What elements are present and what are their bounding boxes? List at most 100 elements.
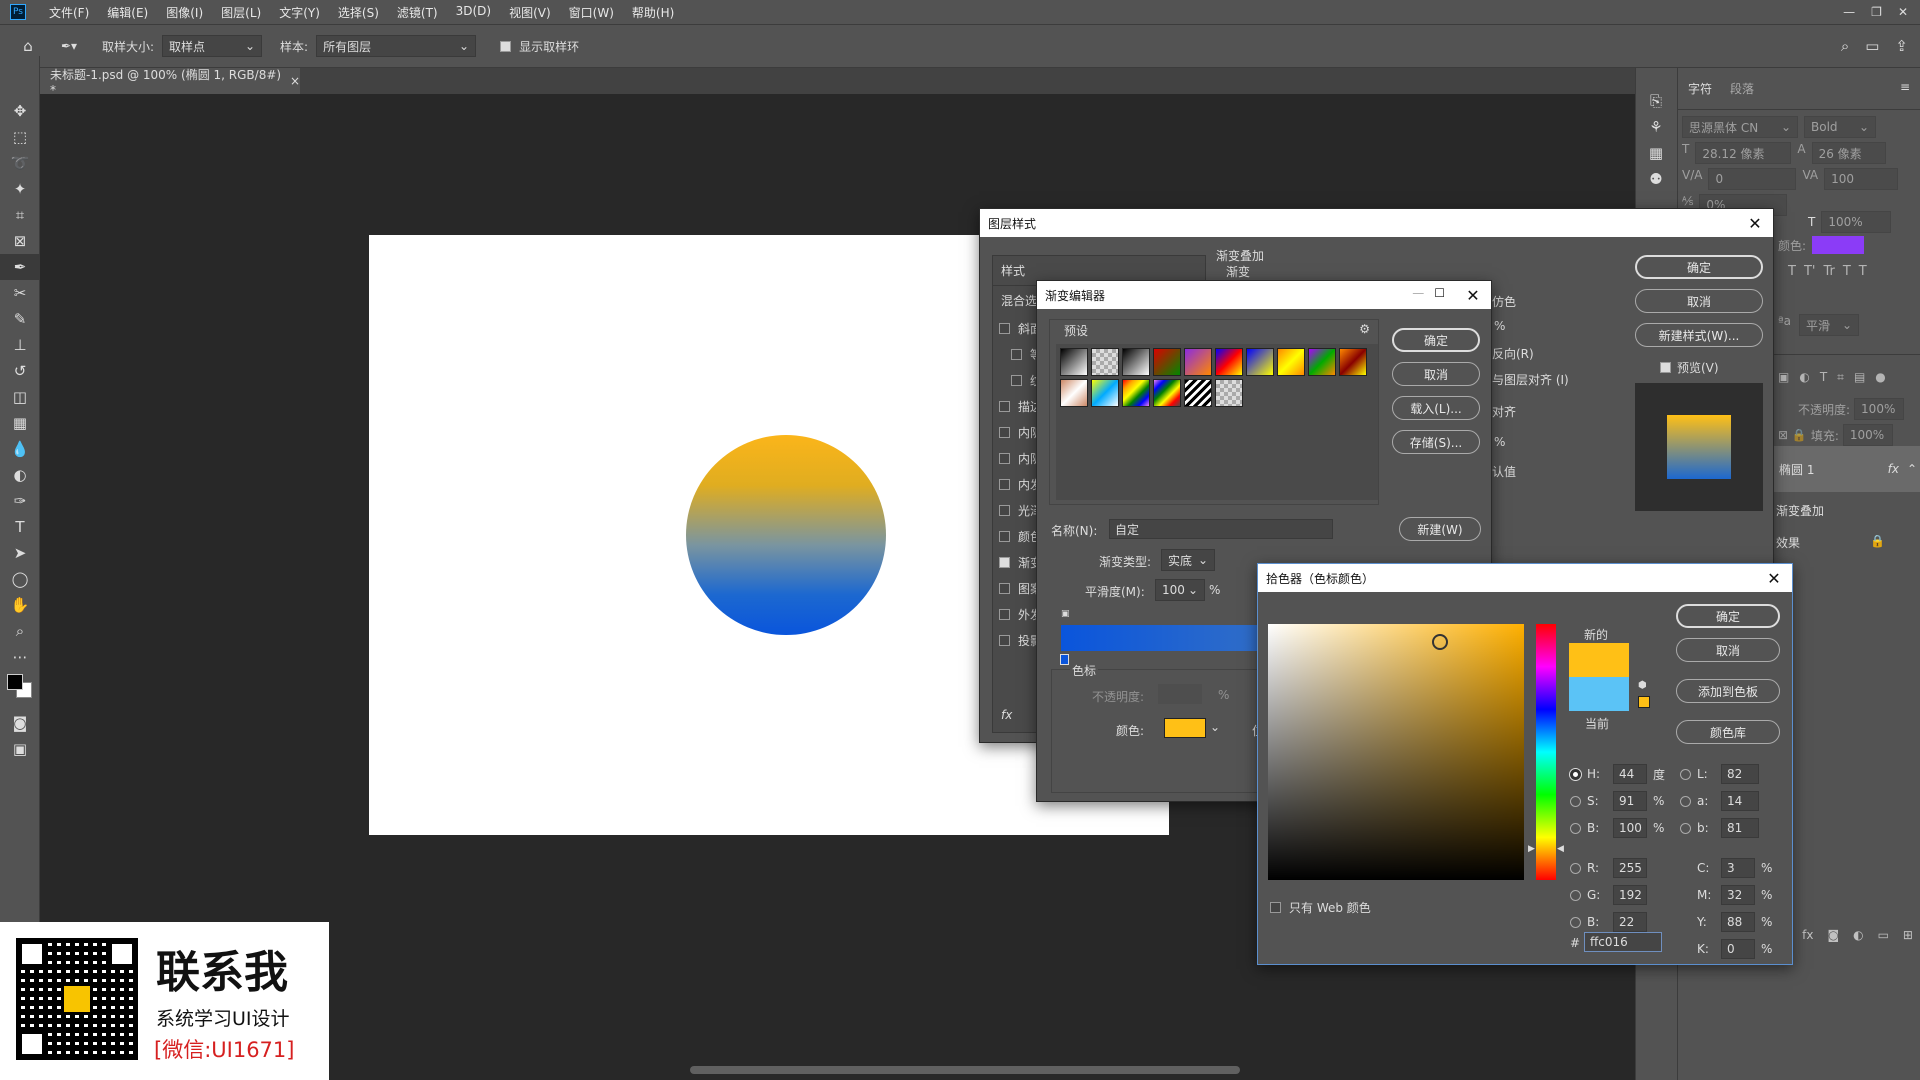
eraser-tool-icon[interactable]: ◫ xyxy=(0,384,40,410)
screen-mode-icon[interactable]: ▣ xyxy=(0,736,40,762)
current-color-swatch[interactable] xyxy=(1569,677,1629,711)
stamp-tool-icon[interactable]: ⊥ xyxy=(0,332,40,358)
gradient-preset-swatch[interactable] xyxy=(1091,348,1119,376)
gradient-preset-swatch[interactable] xyxy=(1215,379,1243,407)
lasso-tool-icon[interactable]: ➰ xyxy=(0,150,40,176)
menu-item[interactable]: 滤镜(T) xyxy=(388,4,447,21)
reset-default-button[interactable]: 认值 xyxy=(1492,463,1516,480)
style-item-checkbox[interactable] xyxy=(999,452,1010,464)
layer-effects-row[interactable]: 效果 🔒 xyxy=(1776,534,1885,551)
g-field[interactable]: 192 xyxy=(1613,885,1647,905)
history-brush-icon[interactable]: ↺ xyxy=(0,358,40,384)
h-field[interactable]: 44 xyxy=(1613,764,1647,784)
cancel-button[interactable]: 取消 xyxy=(1676,638,1780,662)
menu-item[interactable]: 视图(V) xyxy=(500,4,560,21)
add-mask-icon[interactable]: ◙ xyxy=(1827,928,1839,942)
color-swatches[interactable] xyxy=(0,670,39,710)
smoothness-field[interactable]: 100 ⌄ xyxy=(1155,579,1205,601)
load-button[interactable]: 载入(L)... xyxy=(1392,396,1480,420)
a-field[interactable]: 14 xyxy=(1721,791,1759,811)
eyedropper-tool-icon[interactable]: ✒ xyxy=(0,254,40,280)
color-cursor-icon[interactable] xyxy=(1432,634,1448,650)
gradient-preset-swatch[interactable] xyxy=(1184,379,1212,407)
fx-icon[interactable]: fx xyxy=(1001,708,1012,722)
tab-paragraph[interactable]: 段落 xyxy=(1730,80,1754,97)
style-item-checkbox[interactable] xyxy=(999,426,1010,438)
menu-item[interactable]: 图层(L) xyxy=(212,4,270,21)
r-field[interactable]: 255 xyxy=(1613,858,1647,878)
font-style-select[interactable]: Bold ⌄ xyxy=(1804,116,1876,138)
style-item-checkbox[interactable] xyxy=(999,556,1010,568)
share-icon[interactable]: ⇪ xyxy=(1895,37,1908,55)
gradient-preset-swatch[interactable] xyxy=(1246,348,1274,376)
gradient-preset-swatch[interactable] xyxy=(1122,348,1150,376)
opacity-field[interactable]: 100% xyxy=(1854,398,1905,420)
history-panel-icon[interactable]: ⎘ xyxy=(1636,88,1676,114)
new-gradient-button[interactable]: 新建(W) xyxy=(1399,517,1481,541)
ok-button[interactable]: 确定 xyxy=(1635,255,1763,279)
marquee-tool-icon[interactable]: ⬚ xyxy=(0,124,40,150)
leading-field[interactable]: 26 像素 xyxy=(1811,142,1886,164)
gradient-preset-swatch[interactable] xyxy=(1339,348,1367,376)
style-item-checkbox[interactable] xyxy=(999,322,1010,334)
ellipse-layer[interactable] xyxy=(686,435,886,635)
lock-icons[interactable]: ⊠ 🔒 xyxy=(1778,428,1807,442)
color-field[interactable] xyxy=(1268,624,1524,880)
web-only-checkbox[interactable] xyxy=(1270,902,1281,913)
faux-italic-icon[interactable]: T' xyxy=(1804,264,1816,279)
menu-item[interactable]: 文字(Y) xyxy=(270,4,329,21)
underline-icon[interactable]: T xyxy=(1843,264,1851,279)
cube-icon[interactable]: ⬢ xyxy=(1638,680,1647,691)
faux-bold-icon[interactable]: T xyxy=(1788,264,1796,279)
anti-alias-select[interactable]: 平滑 ⌄ xyxy=(1799,314,1860,336)
adjustment-icon[interactable]: ◐ xyxy=(1853,928,1863,942)
gradient-type-select[interactable]: 实底 ⌄ xyxy=(1161,549,1215,571)
s-radio[interactable] xyxy=(1570,795,1581,807)
gradient-preset-swatch[interactable] xyxy=(1277,348,1305,376)
pen-tool-icon[interactable]: ✑ xyxy=(0,488,40,514)
zoom-tool-icon[interactable]: ⌕ xyxy=(0,618,40,644)
style-item-checkbox[interactable] xyxy=(999,582,1010,594)
stop-opacity-field[interactable] xyxy=(1158,684,1202,704)
vertical-scale-field[interactable]: 100% xyxy=(1821,211,1892,233)
b-radio[interactable] xyxy=(1570,822,1581,834)
hex-field[interactable]: ffc016 xyxy=(1584,932,1662,952)
g-radio[interactable] xyxy=(1570,889,1581,901)
r-radio[interactable] xyxy=(1570,862,1581,874)
new-style-button[interactable]: 新建样式(W)... xyxy=(1635,323,1763,347)
menu-item[interactable]: 文件(F) xyxy=(40,4,98,21)
workspace-icon[interactable]: ▭ xyxy=(1865,37,1879,55)
blue-radio[interactable] xyxy=(1570,916,1581,928)
color-stop-icon[interactable] xyxy=(1060,654,1069,665)
group-icon[interactable]: ▭ xyxy=(1878,928,1889,942)
move-tool-icon[interactable]: ✥ xyxy=(0,98,40,124)
menu-item[interactable]: 编辑(E) xyxy=(98,4,157,21)
preview-checkbox[interactable] xyxy=(1660,362,1671,373)
a-radio[interactable] xyxy=(1680,795,1691,807)
ok-button[interactable]: 确定 xyxy=(1392,328,1480,352)
gradient-preset-swatch[interactable] xyxy=(1091,379,1119,407)
m-field[interactable]: 32 xyxy=(1721,885,1755,905)
document-tab[interactable]: 未标题-1.psd @ 100% (椭圆 1, RGB/8#) * × xyxy=(40,68,300,97)
text-color-swatch[interactable] xyxy=(1812,236,1865,254)
save-button[interactable]: 存储(S)... xyxy=(1392,430,1480,454)
color-libraries-button[interactable]: 颜色库 xyxy=(1676,720,1780,744)
l-radio[interactable] xyxy=(1680,768,1691,780)
search-icon[interactable]: ⌕ xyxy=(1841,37,1849,55)
ps-logo[interactable]: Ps xyxy=(10,4,26,20)
tab-close-icon[interactable]: × xyxy=(290,74,300,88)
font-family-select[interactable]: 思源黑体 CN ⌄ xyxy=(1682,116,1798,138)
menu-item[interactable]: 选择(S) xyxy=(329,4,388,21)
minimize-icon[interactable]: — xyxy=(1412,286,1424,305)
style-item-checkbox[interactable] xyxy=(999,400,1010,412)
align-button[interactable]: 对齐 xyxy=(1492,403,1516,420)
sample-select[interactable]: 所有图层 ⌄ xyxy=(316,35,477,57)
close-icon[interactable]: ✕ xyxy=(1756,569,1792,588)
info-panel-icon[interactable]: ⚉ xyxy=(1636,166,1676,192)
maximize-icon[interactable]: ☐ xyxy=(1434,286,1445,305)
blue-field[interactable]: 22 xyxy=(1613,912,1647,932)
new-layer-icon[interactable]: ⊞ xyxy=(1903,928,1913,942)
brush-tool-icon[interactable]: ✎ xyxy=(0,306,40,332)
k-field[interactable]: 0 xyxy=(1721,939,1755,959)
style-item-checkbox[interactable] xyxy=(999,634,1010,646)
